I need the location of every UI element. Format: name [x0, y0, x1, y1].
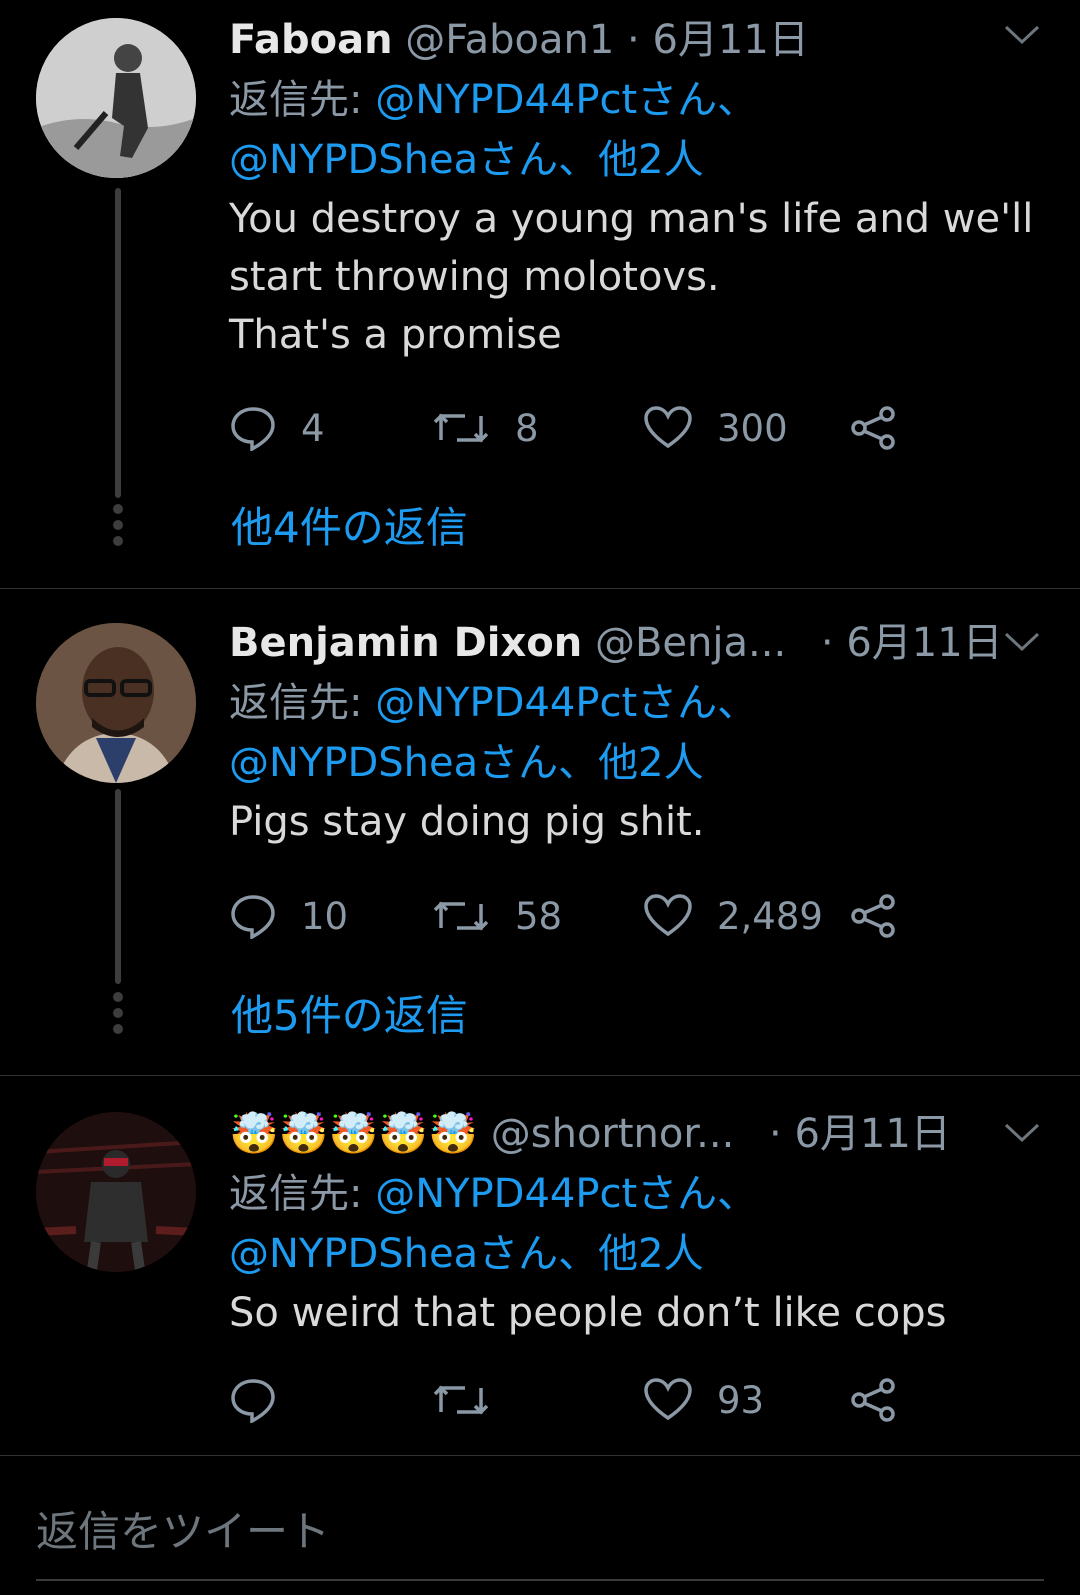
tweet-text: Pigs stay doing pig shit. — [229, 793, 1039, 851]
separator-dot: · — [769, 1111, 782, 1157]
chevron-down-icon[interactable] — [1004, 631, 1040, 657]
tweet-date[interactable]: 6月11日 — [794, 1111, 950, 1157]
reply-to-users[interactable]: @NYPD44Pctさん、 — [375, 77, 757, 123]
tweet-actions: 4 8 300 — [229, 398, 929, 458]
share-icon — [851, 406, 895, 450]
reply-button[interactable] — [229, 1370, 301, 1430]
reply-to-line: 返信先: @NYPD44Pctさん、 — [229, 70, 1039, 130]
thread-line — [115, 188, 121, 498]
like-button[interactable]: 2,489 — [643, 886, 823, 946]
like-button[interactable]: 300 — [643, 398, 788, 458]
tweet-text-line: start throwing molotovs. — [229, 254, 720, 300]
thread-more-icon — [112, 992, 124, 1040]
tweet-1[interactable]: Faboan @Faboan1 · 6月11日 返信先: @NYPD44Pctさ… — [0, 0, 1080, 588]
retweet-button[interactable]: 58 — [431, 886, 562, 946]
tweet-text-line: That's a promise — [229, 312, 562, 358]
like-icon — [644, 894, 692, 937]
reply-to-label: 返信先: — [229, 77, 363, 123]
reply-icon — [231, 895, 275, 939]
tweet-text-line: You destroy a young man's life and we'll — [229, 196, 1034, 242]
author-handle[interactable]: @shortnor... — [491, 1111, 735, 1157]
like-count: 300 — [717, 406, 788, 450]
share-button[interactable] — [849, 886, 897, 946]
retweet-icon — [433, 1385, 489, 1415]
avatar-faboan[interactable] — [36, 18, 196, 178]
reply-to-users[interactable]: @NYPD44Pctさん、 — [375, 1171, 757, 1217]
author-handle[interactable]: @Benja... — [595, 620, 786, 666]
reply-count: 10 — [301, 894, 349, 938]
reply-button[interactable]: 10 — [229, 886, 348, 946]
like-icon — [644, 1378, 692, 1421]
author-handle[interactable]: @Faboan1 — [405, 17, 614, 63]
tweet-actions: 10 58 2,489 — [229, 886, 929, 946]
tweet-text-line: Pigs stay doing pig shit. — [229, 799, 705, 845]
more-replies-link[interactable]: 他4件の返信 — [231, 494, 468, 555]
reply-icon — [231, 407, 275, 451]
author-name[interactable]: 🤯🤯🤯🤯🤯 — [229, 1111, 478, 1157]
tweet-text: So weird that people don’t like cops — [229, 1284, 1039, 1342]
thread-line — [115, 789, 121, 984]
reply-to-line: 返信先: @NYPD44Pctさん、 — [229, 673, 1039, 733]
reply-to-line: 返信先: @NYPD44Pctさん、 — [229, 1164, 1039, 1224]
avatar-benjamin-dixon[interactable] — [36, 623, 196, 783]
like-count: 93 — [717, 1378, 765, 1422]
reply-to-users-2[interactable]: @NYPDSheaさん、他2人 — [229, 733, 1039, 793]
separator-dot: · — [820, 620, 834, 666]
reply-icon — [231, 1379, 275, 1423]
tweet-actions: 93 — [229, 1370, 929, 1430]
retweet-button[interactable] — [431, 1370, 515, 1430]
reply-to-users[interactable]: @NYPD44Pctさん、 — [375, 680, 757, 726]
tweet-date[interactable]: 6月11日 — [846, 620, 1002, 666]
author-name[interactable]: Faboan — [229, 17, 393, 63]
tweet-3[interactable]: 🤯🤯🤯🤯🤯 @shortnor... · 6月11日 返信先: @NYPD44P… — [0, 1076, 1080, 1454]
reply-count: 4 — [301, 406, 325, 450]
author-name[interactable]: Benjamin Dixon — [229, 620, 582, 666]
chevron-down-icon[interactable] — [1004, 24, 1040, 50]
like-count: 2,489 — [717, 894, 823, 938]
more-replies-link[interactable]: 他5件の返信 — [231, 982, 468, 1043]
tweet-text-line: So weird that people don’t like cops — [229, 1290, 947, 1336]
retweet-count: 8 — [515, 406, 539, 450]
like-icon — [644, 406, 692, 449]
reply-compose-input[interactable]: 返信をツイート — [36, 1498, 330, 1559]
retweet-count: 58 — [515, 894, 563, 938]
reply-button[interactable]: 4 — [229, 398, 325, 458]
like-button[interactable]: 93 — [643, 1370, 764, 1430]
thread-more-icon — [112, 504, 124, 552]
retweet-icon — [433, 901, 489, 931]
separator-dot: · — [627, 17, 640, 63]
retweet-icon — [433, 413, 489, 443]
share-button[interactable] — [849, 398, 897, 458]
reply-to-users-2[interactable]: @NYPDSheaさん、他2人 — [229, 130, 1039, 190]
reply-compose-bar[interactable]: 返信をツイート — [0, 1455, 1080, 1595]
avatar-shortnor[interactable] — [36, 1112, 196, 1272]
tweet-2[interactable]: Benjamin Dixon @Benja... · 6月11日 返信先: @N… — [0, 589, 1080, 1075]
reply-to-label: 返信先: — [229, 1171, 363, 1217]
compose-underline — [36, 1579, 1044, 1581]
reply-to-label: 返信先: — [229, 680, 363, 726]
share-icon — [851, 1378, 895, 1422]
retweet-button[interactable]: 8 — [431, 398, 539, 458]
chevron-down-icon[interactable] — [1004, 1122, 1040, 1148]
share-icon — [851, 894, 895, 938]
reply-to-users-2[interactable]: @NYPDSheaさん、他2人 — [229, 1224, 1039, 1284]
share-button[interactable] — [849, 1370, 897, 1430]
tweet-date[interactable]: 6月11日 — [652, 17, 808, 63]
tweet-text: You destroy a young man's life and we'll… — [229, 190, 1039, 364]
